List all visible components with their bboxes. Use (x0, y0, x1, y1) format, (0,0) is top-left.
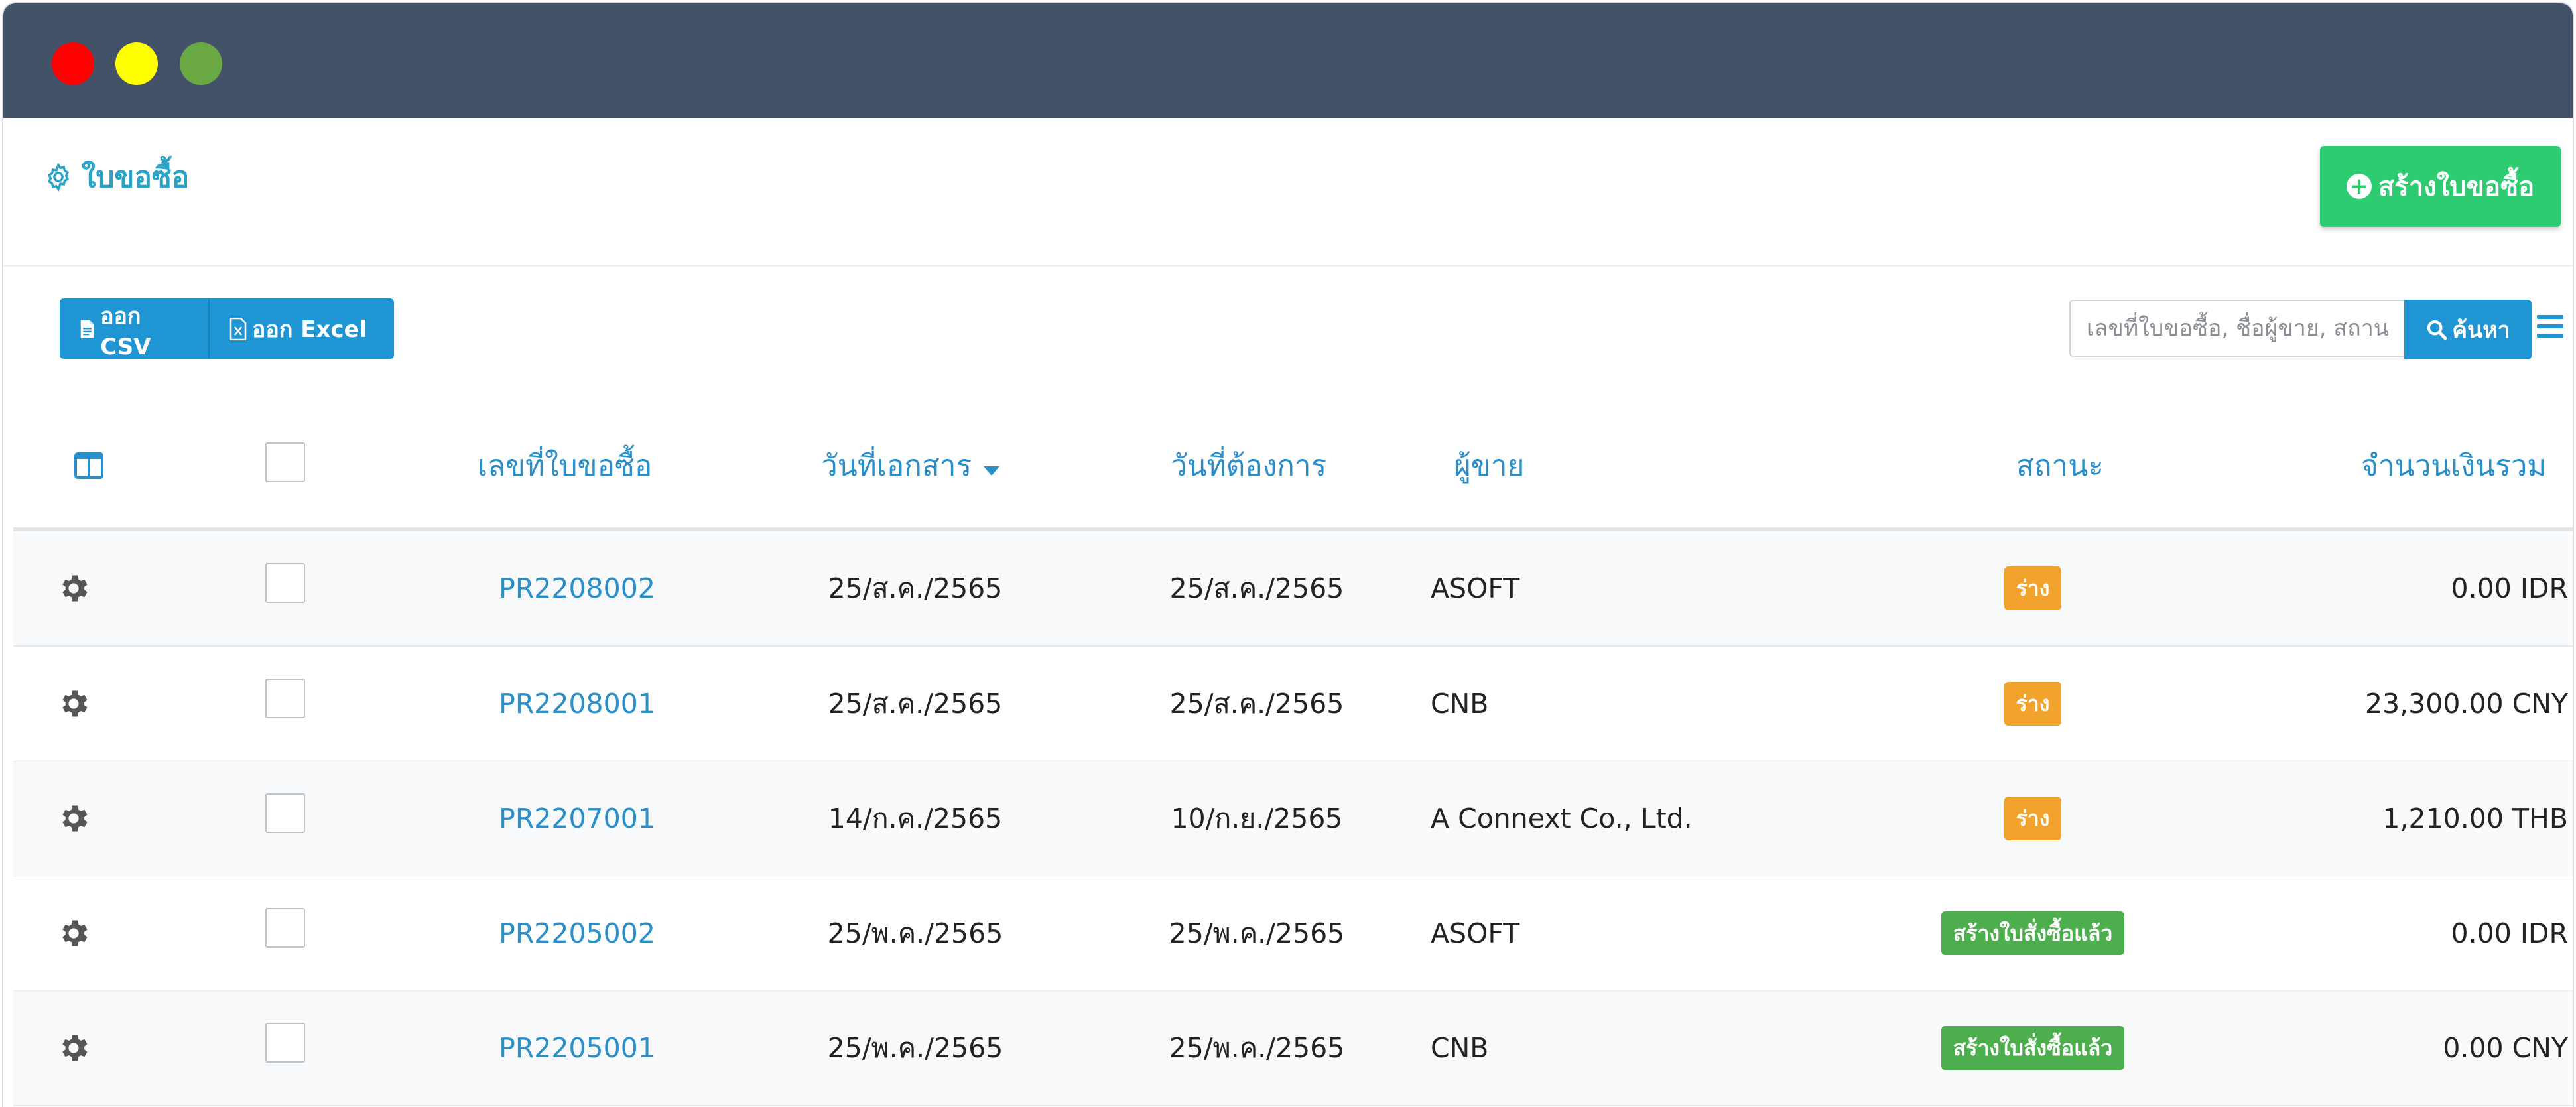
header-total[interactable]: จำนวนเงินรวม (2361, 442, 2546, 489)
window-titlebar (3, 3, 2573, 118)
app-window: ใบขอซื้อ + สร้างใบขอซื้อ ออก CSV ออก Exc… (3, 3, 2573, 1107)
row-checkbox[interactable] (265, 679, 305, 718)
total-cell: 0.00 IDR (2451, 917, 2568, 949)
header-doc-date-label: วันที่เอกสาร (821, 449, 972, 483)
create-purchase-request-button[interactable]: + สร้างใบขอซื้อ (2320, 146, 2561, 227)
page-title-text: ใบขอซื้อ (82, 161, 190, 194)
table-header: เลขที่ใบขอซื้อ วันที่เอกสาร วันที่ต้องกา… (13, 401, 2573, 527)
excel-file-icon (229, 317, 247, 340)
page-title: ใบขอซื้อ (43, 156, 189, 198)
search-input[interactable] (2069, 300, 2406, 357)
minimize-window-button[interactable] (115, 42, 158, 85)
header-divider (3, 265, 2573, 267)
row-settings-icon[interactable] (56, 686, 91, 721)
total-cell: 0.00 CNY (2443, 1032, 2568, 1064)
create-button-label: สร้างใบขอซื้อ (2378, 172, 2535, 202)
status-cell: สร้างใบสั่งซื้อแล้ว (1917, 991, 2149, 1105)
header-status[interactable]: สถานะ (2016, 442, 2104, 489)
search-button-label: ค้นหา (2452, 317, 2510, 344)
column-toggle-icon[interactable] (74, 452, 103, 479)
doc-date-cell: 14/ก.ค./2565 (828, 802, 1003, 834)
table-row: PR2205001 25/พ.ค./2565 25/พ.ค./2565 CNB … (13, 991, 2573, 1106)
select-all-checkbox[interactable] (265, 442, 305, 482)
table-row: PR2207001 14/ก.ค./2565 10/ก.ย./2565 A Co… (13, 761, 2573, 877)
row-checkbox[interactable] (265, 908, 305, 948)
status-badge: ร่าง (2004, 797, 2062, 840)
table-row: PR2205002 25/พ.ค./2565 25/พ.ค./2565 ASOF… (13, 876, 2573, 992)
required-date-cell: 25/พ.ค./2565 (1169, 917, 1345, 949)
doc-date-cell: 25/ส.ค./2565 (828, 572, 1003, 604)
doc-date-cell: 25/พ.ค./2565 (827, 917, 1003, 949)
status-cell: สร้างใบสั่งซื้อแล้ว (1917, 876, 2149, 990)
total-cell: 1,210.00 THB (2382, 803, 2568, 834)
header-doc-no[interactable]: เลขที่ใบขอซื้อ (478, 442, 652, 489)
close-window-button[interactable] (52, 42, 94, 85)
header-vendor[interactable]: ผู้ขาย (1454, 442, 1524, 489)
row-settings-icon[interactable] (56, 801, 91, 836)
status-cell: ร่าง (1917, 761, 2149, 876)
doc-no-link[interactable]: PR2205001 (478, 991, 676, 1105)
maximize-window-button[interactable] (180, 42, 222, 85)
required-date-cell: 25/ส.ค./2565 (1169, 572, 1344, 604)
status-cell: ร่าง (1917, 647, 2149, 761)
status-badge: ร่าง (2004, 566, 2062, 610)
column-menu-icon[interactable] (2537, 315, 2563, 340)
doc-date-cell: 25/ส.ค./2565 (828, 687, 1003, 720)
required-date-cell: 25/ส.ค./2565 (1169, 687, 1344, 720)
plus-circle-icon: + (2346, 174, 2372, 199)
export-csv-button[interactable]: ออก CSV (60, 298, 208, 360)
row-checkbox[interactable] (265, 1023, 305, 1063)
row-settings-icon[interactable] (56, 916, 91, 950)
row-settings-icon[interactable] (56, 1031, 91, 1065)
vendor-cell: CNB (1431, 1032, 1489, 1064)
doc-no-link[interactable]: PR2208002 (478, 531, 676, 645)
row-settings-icon[interactable] (56, 571, 91, 606)
vendor-cell: A Connext Co., Ltd. (1431, 803, 1693, 834)
gear-outline-icon (48, 163, 69, 192)
doc-no-link[interactable]: PR2205002 (478, 876, 676, 990)
table-row: PR2208002 25/ส.ค./2565 25/ส.ค./2565 ASOF… (13, 531, 2573, 647)
row-checkbox[interactable] (265, 563, 305, 603)
total-cell: 23,300.00 CNY (2364, 688, 2568, 720)
search-button[interactable]: ค้นหา (2404, 300, 2532, 359)
doc-no-link[interactable]: PR2207001 (478, 761, 676, 876)
doc-no-link[interactable]: PR2208001 (478, 647, 676, 761)
search-icon (2427, 320, 2447, 340)
status-badge: สร้างใบสั่งซื้อแล้ว (1941, 911, 2125, 955)
export-excel-button[interactable]: ออก Excel (208, 298, 394, 359)
export-button-group: ออก CSV ออก Excel (60, 298, 394, 360)
header-doc-date[interactable]: วันที่เอกสาร (821, 442, 1000, 489)
doc-date-cell: 25/พ.ค./2565 (827, 1031, 1003, 1064)
header-required-date[interactable]: วันที่ต้องการ (1171, 442, 1326, 489)
vendor-cell: ASOFT (1431, 572, 1520, 604)
table-row: PR2208001 25/ส.ค./2565 25/ส.ค./2565 CNB … (13, 647, 2573, 762)
sort-down-icon (984, 466, 1000, 476)
status-badge: สร้างใบสั่งซื้อแล้ว (1941, 1026, 2125, 1070)
vendor-cell: ASOFT (1431, 917, 1520, 949)
required-date-cell: 10/ก.ย./2565 (1171, 802, 1343, 834)
total-cell: 0.00 IDR (2451, 572, 2568, 604)
export-csv-label: ออก CSV (100, 302, 151, 360)
required-date-cell: 25/พ.ค./2565 (1169, 1031, 1345, 1064)
row-checkbox[interactable] (265, 793, 305, 833)
export-excel-label: ออก Excel (252, 316, 367, 343)
status-cell: ร่าง (1917, 531, 2149, 645)
status-badge: ร่าง (2004, 682, 2062, 726)
file-icon (80, 320, 94, 338)
vendor-cell: CNB (1431, 688, 1489, 720)
